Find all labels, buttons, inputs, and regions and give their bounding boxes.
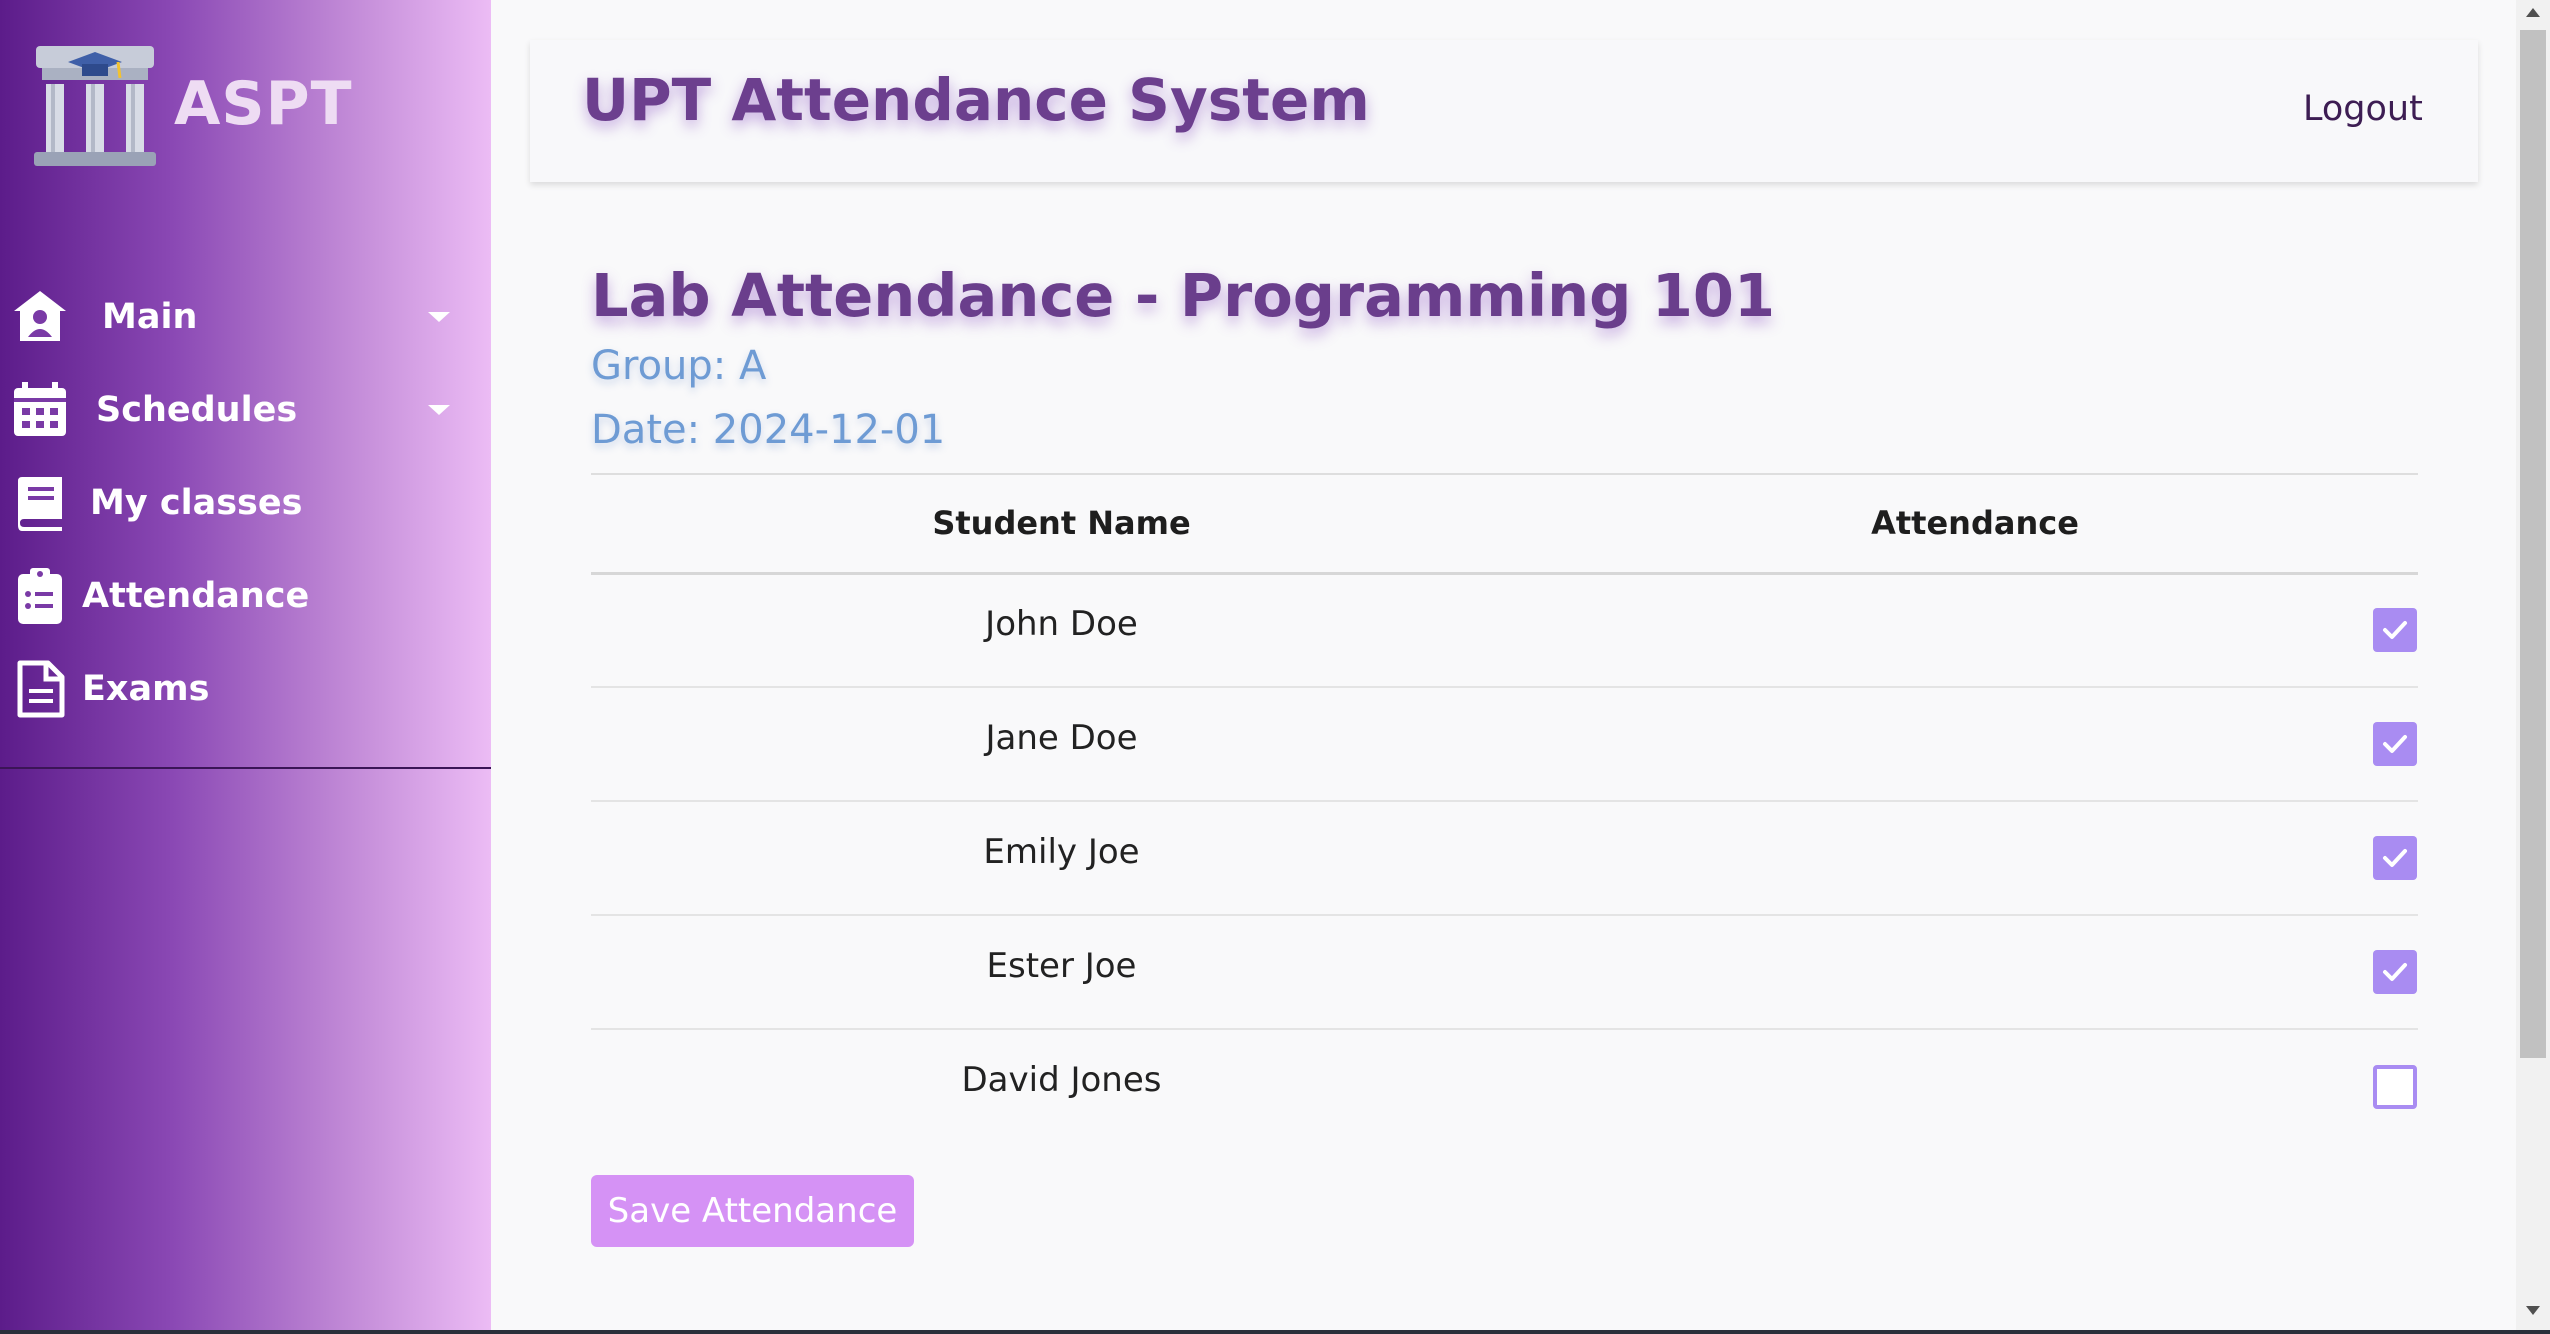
attendance-checkbox[interactable] bbox=[2373, 722, 2417, 766]
sidebar-item-schedules[interactable]: Schedules bbox=[0, 363, 491, 456]
window-bottom-edge bbox=[0, 1330, 2550, 1334]
logout-link[interactable]: Logout bbox=[2303, 89, 2423, 129]
attendance-checkbox[interactable] bbox=[2373, 608, 2417, 653]
sidebar-nav: Main Schedules My classes Attendance Exa… bbox=[0, 270, 491, 735]
table-row: Emily Joe bbox=[591, 801, 2418, 916]
university-building-icon bbox=[34, 46, 156, 166]
sidebar: ASPT Main Schedules My classes Attendanc… bbox=[0, 0, 491, 1334]
student-name: David Jones bbox=[961, 1060, 1162, 1100]
table-header-row: Student Name Attendance bbox=[591, 474, 2418, 575]
attendance-cell bbox=[1532, 687, 2418, 802]
table-row: John Doe bbox=[591, 573, 2418, 688]
sidebar-item-label: Exams bbox=[82, 668, 210, 709]
student-name: Emily Joe bbox=[591, 801, 1532, 916]
table-row: David Jones bbox=[591, 1029, 2418, 1143]
vertical-scrollbar[interactable] bbox=[2516, 0, 2550, 1334]
sidebar-item-label: My classes bbox=[90, 482, 303, 523]
attendance-checkbox[interactable] bbox=[2373, 1064, 2417, 1109]
document-icon bbox=[8, 657, 72, 721]
sidebar-item-exams[interactable]: Exams bbox=[0, 642, 491, 735]
check-icon bbox=[2383, 621, 2407, 640]
page-title: Lab Attendance - Programming 101 bbox=[591, 261, 1776, 330]
scrollbar-thumb[interactable] bbox=[2520, 30, 2546, 1058]
table-row: Ester Joe bbox=[591, 915, 2418, 1030]
attendance-checkbox[interactable] bbox=[2373, 950, 2417, 994]
app-title: UPT Attendance System bbox=[582, 66, 1370, 134]
book-icon bbox=[8, 471, 72, 535]
top-header: UPT Attendance System Logout bbox=[530, 40, 2478, 182]
attendance-cell bbox=[1532, 1029, 2418, 1143]
sidebar-item-label: Attendance bbox=[82, 575, 310, 616]
attendance-checkbox[interactable] bbox=[2373, 836, 2417, 880]
column-header-student-name: Student Name bbox=[591, 474, 1532, 575]
sidebar-item-main[interactable]: Main bbox=[0, 270, 491, 363]
check-icon bbox=[2383, 849, 2407, 867]
attendance-cell bbox=[1532, 915, 2418, 1030]
table-row: Jane Doe bbox=[591, 687, 2418, 802]
student-name: Ester Joe bbox=[591, 915, 1532, 1030]
sidebar-item-attendance[interactable]: Attendance bbox=[0, 549, 491, 642]
sidebar-divider bbox=[0, 767, 491, 769]
scroll-up-arrow-icon[interactable] bbox=[2526, 8, 2540, 17]
column-header-attendance: Attendance bbox=[1532, 474, 2418, 575]
save-attendance-button[interactable]: Save Attendance bbox=[591, 1175, 914, 1247]
chevron-down-icon bbox=[428, 311, 450, 322]
sidebar-item-my-classes[interactable]: My classes bbox=[0, 456, 491, 549]
student-name: Jane Doe bbox=[591, 687, 1532, 802]
attendance-cell bbox=[1532, 573, 2418, 688]
clipboard-list-icon bbox=[8, 564, 72, 628]
check-icon bbox=[2383, 963, 2407, 981]
brand-name: ASPT bbox=[174, 69, 353, 139]
student-name: John Doe bbox=[591, 573, 1532, 688]
attendance-table: Student Name Attendance John Doe Jane Do… bbox=[591, 473, 2418, 1143]
home-user-icon bbox=[8, 285, 72, 349]
chevron-down-icon bbox=[428, 404, 450, 415]
date-label: Date: 2024-12-01 bbox=[591, 407, 946, 453]
calendar-icon bbox=[8, 378, 72, 442]
scroll-down-arrow-icon[interactable] bbox=[2526, 1306, 2540, 1315]
brand[interactable]: ASPT bbox=[30, 38, 353, 170]
attendance-cell bbox=[1532, 801, 2418, 916]
check-icon bbox=[2383, 735, 2407, 753]
sidebar-item-label: Main bbox=[102, 296, 198, 337]
group-label: Group: A bbox=[591, 343, 767, 389]
sidebar-item-label: Schedules bbox=[96, 389, 298, 430]
